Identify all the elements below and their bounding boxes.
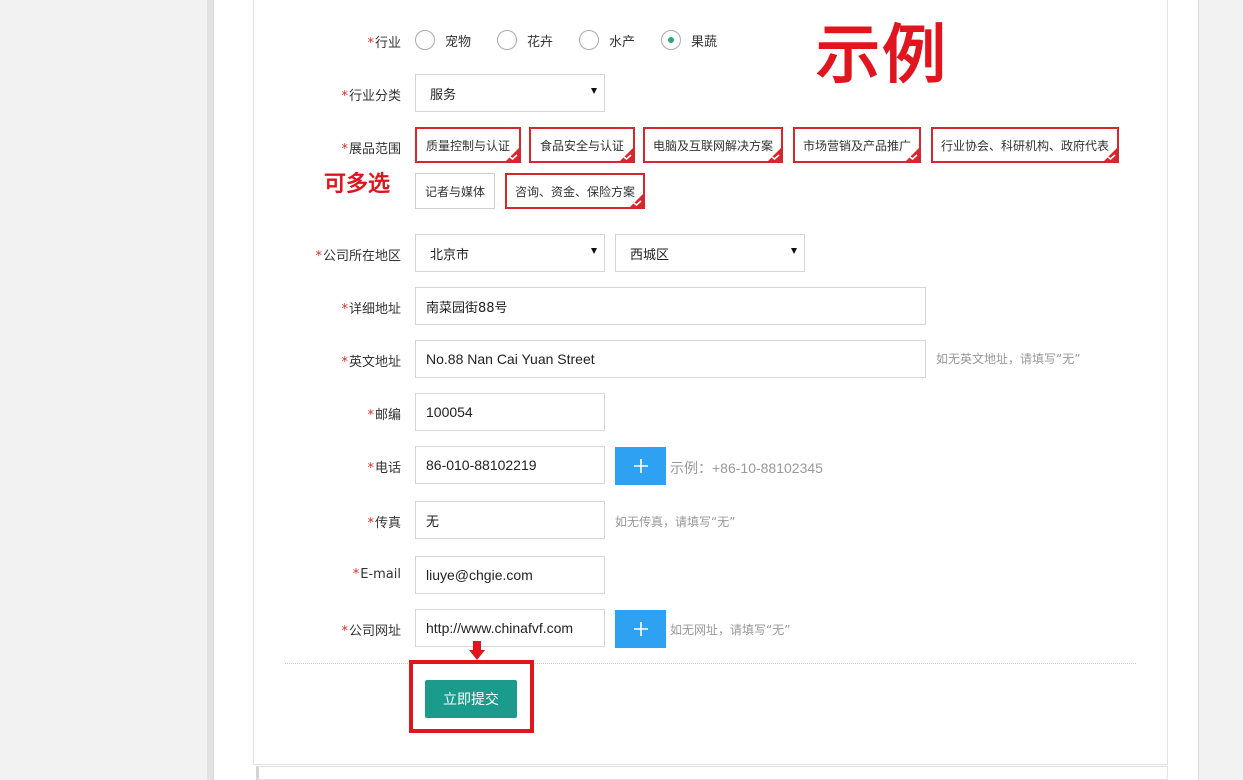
postcode-label: *邮编 <box>367 408 401 423</box>
add-website-button[interactable] <box>615 610 666 648</box>
email-label: *E-mail <box>352 567 401 582</box>
district-select[interactable]: 西城区 <box>615 234 805 272</box>
industry-category-select[interactable]: 服务 <box>415 74 605 112</box>
tag-food-safety[interactable]: 食品安全与认证 <box>529 127 635 163</box>
website-label: *公司网址 <box>341 624 401 639</box>
industry-category-label: *行业分类 <box>341 89 401 104</box>
multi-select-note: 可多选 <box>324 172 391 197</box>
fax-hint: 如无传真，请填写“无” <box>615 515 736 529</box>
radio-circle-icon[interactable] <box>497 30 517 50</box>
phone-input[interactable]: 86-010-88102219 <box>415 446 605 484</box>
email-input[interactable]: liuye@chgie.com <box>415 556 605 594</box>
plus-icon <box>633 622 648 636</box>
address-input[interactable]: 南菜园街88号 <box>415 287 926 325</box>
caret-down-icon <box>591 248 597 254</box>
radio-aquatic[interactable]: 水产 <box>579 30 635 50</box>
form-card <box>253 0 1168 765</box>
check-icon <box>623 154 632 160</box>
company-region-label: *公司所在地区 <box>315 249 401 264</box>
phone-label: *电话 <box>367 461 401 476</box>
city-select[interactable]: 北京市 <box>415 234 605 272</box>
website-input[interactable]: http://www.chinafvf.com <box>415 609 605 647</box>
caret-down-icon <box>591 88 597 94</box>
website-hint: 如无网址，请填写“无” <box>670 623 791 637</box>
tag-marketing[interactable]: 市场营销及产品推广 <box>793 127 921 163</box>
check-icon <box>509 154 518 160</box>
check-icon <box>1107 154 1116 160</box>
radio-flowers[interactable]: 花卉 <box>497 30 553 50</box>
arrow-down-icon <box>469 641 485 660</box>
add-phone-button[interactable] <box>615 447 666 485</box>
radio-circle-icon[interactable] <box>415 30 435 50</box>
postcode-input[interactable]: 100054 <box>415 393 605 431</box>
plus-icon <box>633 459 648 473</box>
fax-input[interactable]: 无 <box>415 501 605 539</box>
tag-consulting[interactable]: 咨询、资金、保险方案 <box>505 173 645 209</box>
submit-button[interactable]: 立即提交 <box>425 680 517 718</box>
english-address-label: *英文地址 <box>341 355 401 370</box>
english-address-hint: 如无英文地址，请填写“无” <box>936 352 1081 366</box>
tag-computer-internet[interactable]: 电脑及互联网解决方案 <box>643 127 783 163</box>
industry-label: *行业 <box>367 36 401 51</box>
phone-hint: 示例：+86-10-88102345 <box>670 460 823 476</box>
tag-associations[interactable]: 行业协会、科研机构、政府代表 <box>931 127 1119 163</box>
check-icon <box>771 154 780 160</box>
tag-media[interactable]: 记者与媒体 <box>415 173 495 209</box>
fax-label: *传真 <box>367 516 401 531</box>
radio-pets[interactable]: 宠物 <box>415 30 471 50</box>
caret-down-icon <box>791 248 797 254</box>
exhibit-scope-label: *展品范围 <box>341 142 401 157</box>
check-icon <box>633 200 642 206</box>
radio-checked-icon[interactable] <box>661 30 681 50</box>
radio-fruits-vegetables[interactable]: 果蔬 <box>661 30 717 50</box>
radio-circle-icon[interactable] <box>579 30 599 50</box>
address-label: *详细地址 <box>341 302 401 317</box>
example-stamp: 示例 <box>816 19 948 93</box>
tag-quality-control[interactable]: 质量控制与认证 <box>415 127 521 163</box>
english-address-input[interactable]: No.88 Nan Cai Yuan Street <box>415 340 926 378</box>
check-icon <box>909 154 918 160</box>
next-card-edge <box>256 766 1168 780</box>
